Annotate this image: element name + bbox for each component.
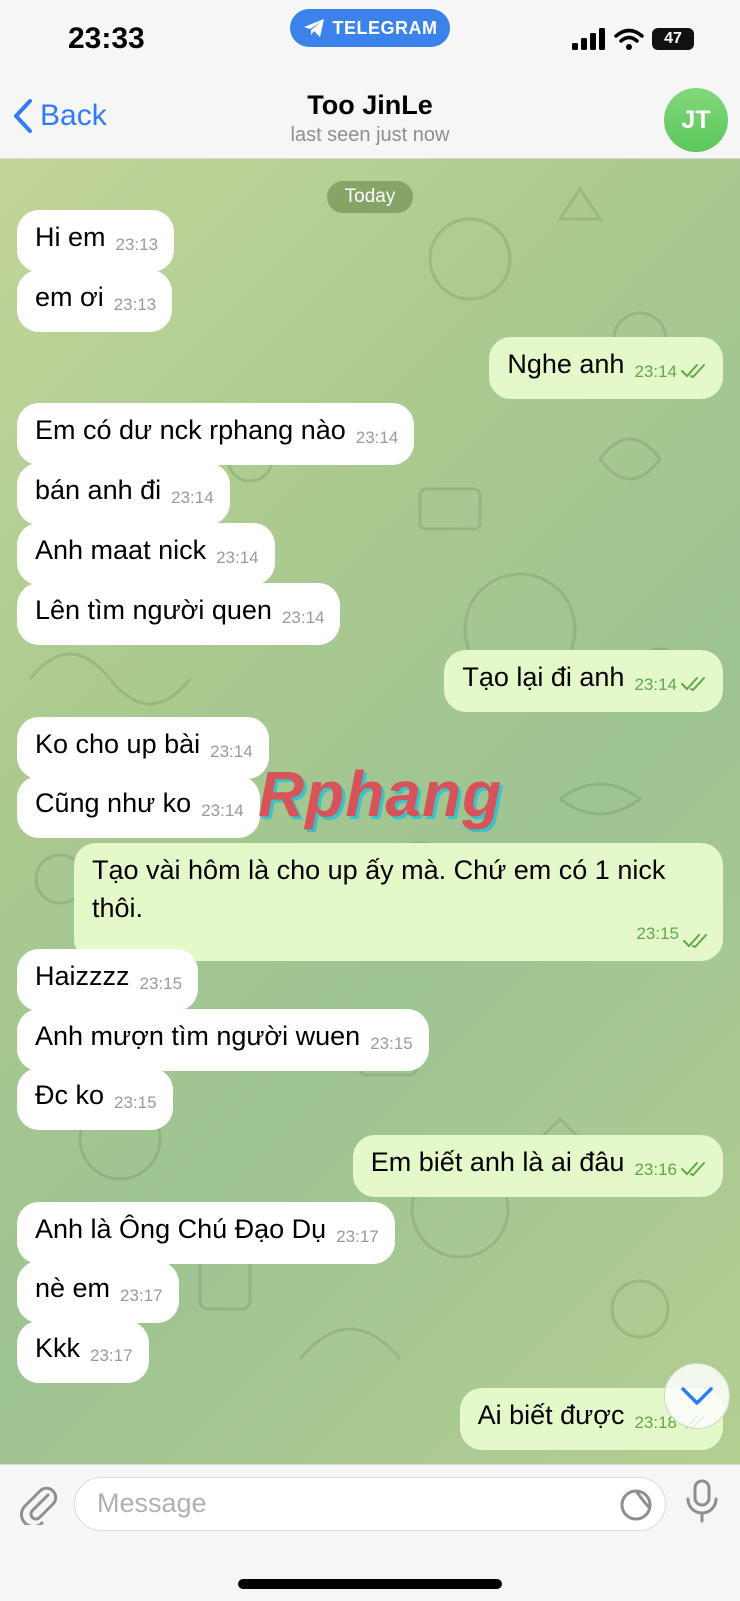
telegram-pill[interactable]: TELEGRAM [290, 9, 450, 47]
message-bubble-outgoing[interactable]: Tạo lại đi anh 23:14 [444, 650, 723, 712]
message-text: Em có dư nck rphang nào [35, 415, 346, 445]
message-bubble-incoming[interactable]: Lên tìm người quen 23:14 [17, 583, 341, 645]
contact-name[interactable]: Too JinLe [0, 90, 740, 121]
message-text: Anh mượn tìm người wuen [35, 1021, 361, 1051]
message-bubble-incoming[interactable]: Hi em 23:13 [17, 210, 175, 272]
message-text: Đc ko [35, 1080, 105, 1110]
message-time: 23:14 [281, 608, 325, 627]
message-time: 23:14 [201, 801, 244, 820]
chevron-down-icon [681, 1387, 713, 1405]
message-time: 23:13 [115, 235, 159, 254]
message-text: Tạo lại đi anh [462, 662, 625, 692]
telegram-plane-icon [303, 19, 324, 37]
home-indicator [238, 1579, 502, 1589]
message-text: Ko cho up bài [35, 729, 201, 759]
double-check-icon [681, 677, 705, 692]
double-check-icon [681, 364, 705, 379]
battery-indicator: 47 [652, 28, 694, 50]
message-time: 23:17 [120, 1286, 163, 1305]
message-time: 23:16 [634, 1160, 677, 1179]
double-check-icon [681, 1162, 705, 1177]
message-text: em ơi [35, 282, 104, 312]
message-bubble-incoming[interactable]: Em có dư nck rphang nào 23:14 [17, 403, 415, 465]
message-bubble-incoming[interactable]: Cũng như ko 23:14 [17, 776, 260, 838]
rphang-watermark: Rphang [258, 758, 503, 830]
voice-record-button[interactable] [684, 1479, 720, 1528]
last-seen-status: last seen just now [290, 124, 450, 146]
message-bubble-incoming[interactable]: em ơi 23:13 [17, 270, 173, 332]
message-text: nè em [35, 1273, 111, 1303]
message-bubble-incoming[interactable]: Anh mượn tìm người wuen 23:15 [17, 1009, 429, 1071]
message-text: Hi em [35, 222, 106, 252]
message-text: Em biết anh là ai đâu [370, 1147, 625, 1177]
message-text: Cũng như ko [35, 788, 192, 818]
message-bubble-incoming[interactable]: Anh maat nick 23:14 [17, 523, 275, 585]
message-bubble-outgoing[interactable]: Em biết anh là ai đâu 23:16 [352, 1135, 723, 1197]
sticker-icon [620, 1489, 652, 1521]
date-separator: Today [327, 181, 413, 213]
chat-header: Back Too JinLe last seen just now JT [0, 58, 740, 159]
message-time: 23:14 [634, 675, 677, 694]
scroll-to-bottom-button[interactable] [664, 1363, 730, 1429]
message-text: Kkk [35, 1333, 81, 1363]
double-check-icon [683, 934, 707, 949]
message-time: 23:14 [216, 548, 259, 567]
message-time: 23:17 [90, 1346, 133, 1365]
message-input-box[interactable] [74, 1477, 666, 1531]
message-bubble-incoming[interactable]: Haizzzz 23:15 [17, 949, 199, 1011]
paperclip-icon [20, 1486, 58, 1528]
message-time: 23:13 [113, 295, 157, 314]
message-time: 23:15 [370, 1034, 413, 1053]
signal-icon [572, 28, 605, 50]
avatar[interactable]: JT [664, 88, 728, 152]
message-text: Nghe anh [507, 349, 625, 379]
message-time: 23:14 [634, 362, 677, 381]
message-text: Ai biết được [477, 1400, 625, 1430]
microphone-icon [686, 1479, 718, 1523]
sticker-button[interactable] [619, 1488, 653, 1527]
message-time: 23:14 [355, 428, 399, 447]
message-text: Tạo vài hôm là cho up ấy mà. Chứ em có 1… [92, 855, 666, 923]
status-bar: 23:33 TELEGRAM 47 [0, 0, 740, 58]
message-time: 23:17 [336, 1227, 379, 1246]
message-text: Anh maat nick [35, 535, 207, 565]
telegram-pill-label: TELEGRAM [332, 17, 438, 38]
message-bubble-outgoing[interactable]: Nghe anh 23:14 [489, 337, 723, 399]
chat-area[interactable]: Today Hi em 23:13 em ơi 23:13 Nghe anh 23:1… [0, 159, 740, 1464]
wifi-icon [614, 28, 644, 50]
message-bubble-incoming[interactable]: Ko cho up bài 23:14 [17, 717, 269, 779]
message-bubble-incoming[interactable]: nè em 23:17 [17, 1261, 179, 1323]
system-icons: 47 [572, 28, 694, 50]
attach-button[interactable] [18, 1483, 58, 1530]
message-input[interactable] [95, 1487, 579, 1520]
message-text: Haizzzz [35, 961, 130, 991]
message-time: 23:15 [139, 974, 183, 993]
message-text: Anh là Ông Chú Đạo Dụ [35, 1214, 327, 1244]
message-composer [0, 1464, 740, 1601]
message-bubble-incoming[interactable]: Anh là Ông Chú Đạo Dụ 23:17 [17, 1202, 395, 1264]
status-time: 23:33 [68, 22, 145, 55]
message-bubble-incoming[interactable]: Kkk 23:17 [17, 1321, 149, 1383]
message-time: 23:15 [636, 924, 679, 943]
message-text: bán anh đi [35, 475, 162, 505]
message-bubble-incoming[interactable]: bán anh đi 23:14 [17, 463, 230, 525]
message-time: 23:14 [171, 488, 214, 507]
message-time: 23:14 [210, 742, 253, 761]
message-text: Lên tìm người quen [35, 595, 272, 625]
message-bubble-incoming[interactable]: Đc ko 23:15 [17, 1068, 173, 1130]
message-bubble-outgoing[interactable]: Tạo vài hôm là cho up ấy mà. Chứ em có 1… [74, 843, 723, 961]
message-time: 23:15 [114, 1093, 157, 1112]
